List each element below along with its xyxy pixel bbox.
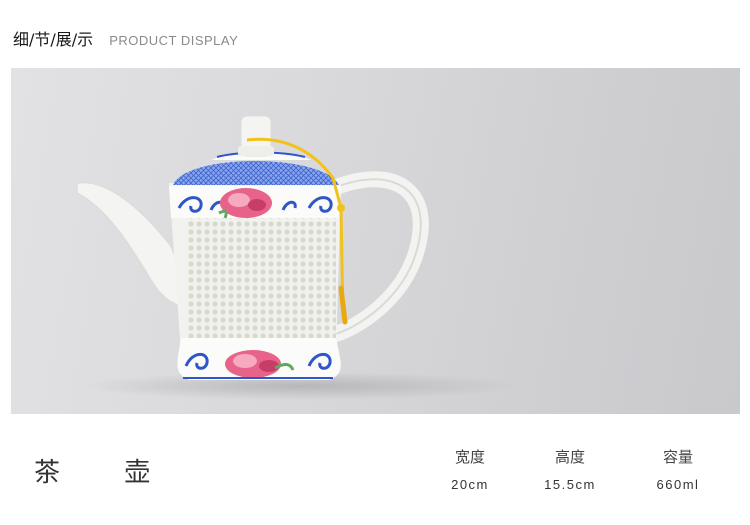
spec-width: 宽度 20cm (430, 446, 510, 492)
product-photo (11, 68, 740, 414)
spec-capacity-value: 660ml (656, 477, 700, 492)
product-name: 茶 壶 (34, 458, 179, 488)
spec-width-value: 20cm (451, 477, 489, 492)
spec-height-label: 高度 (554, 448, 585, 466)
spec-height: 高度 15.5cm (530, 446, 610, 492)
spec-height-value: 15.5cm (544, 477, 596, 492)
spec-capacity-label: 容量 (662, 448, 693, 466)
section-header: 细/节/展/示 PRODUCT DISPLAY (13, 26, 238, 50)
spec-capacity: 容量 660ml (638, 446, 718, 492)
teapot-illustration (76, 115, 521, 400)
section-title-en: PRODUCT DISPLAY (109, 33, 239, 48)
spec-width-label: 宽度 (454, 448, 485, 466)
section-title-cn: 细/节/展/示 (13, 30, 94, 49)
